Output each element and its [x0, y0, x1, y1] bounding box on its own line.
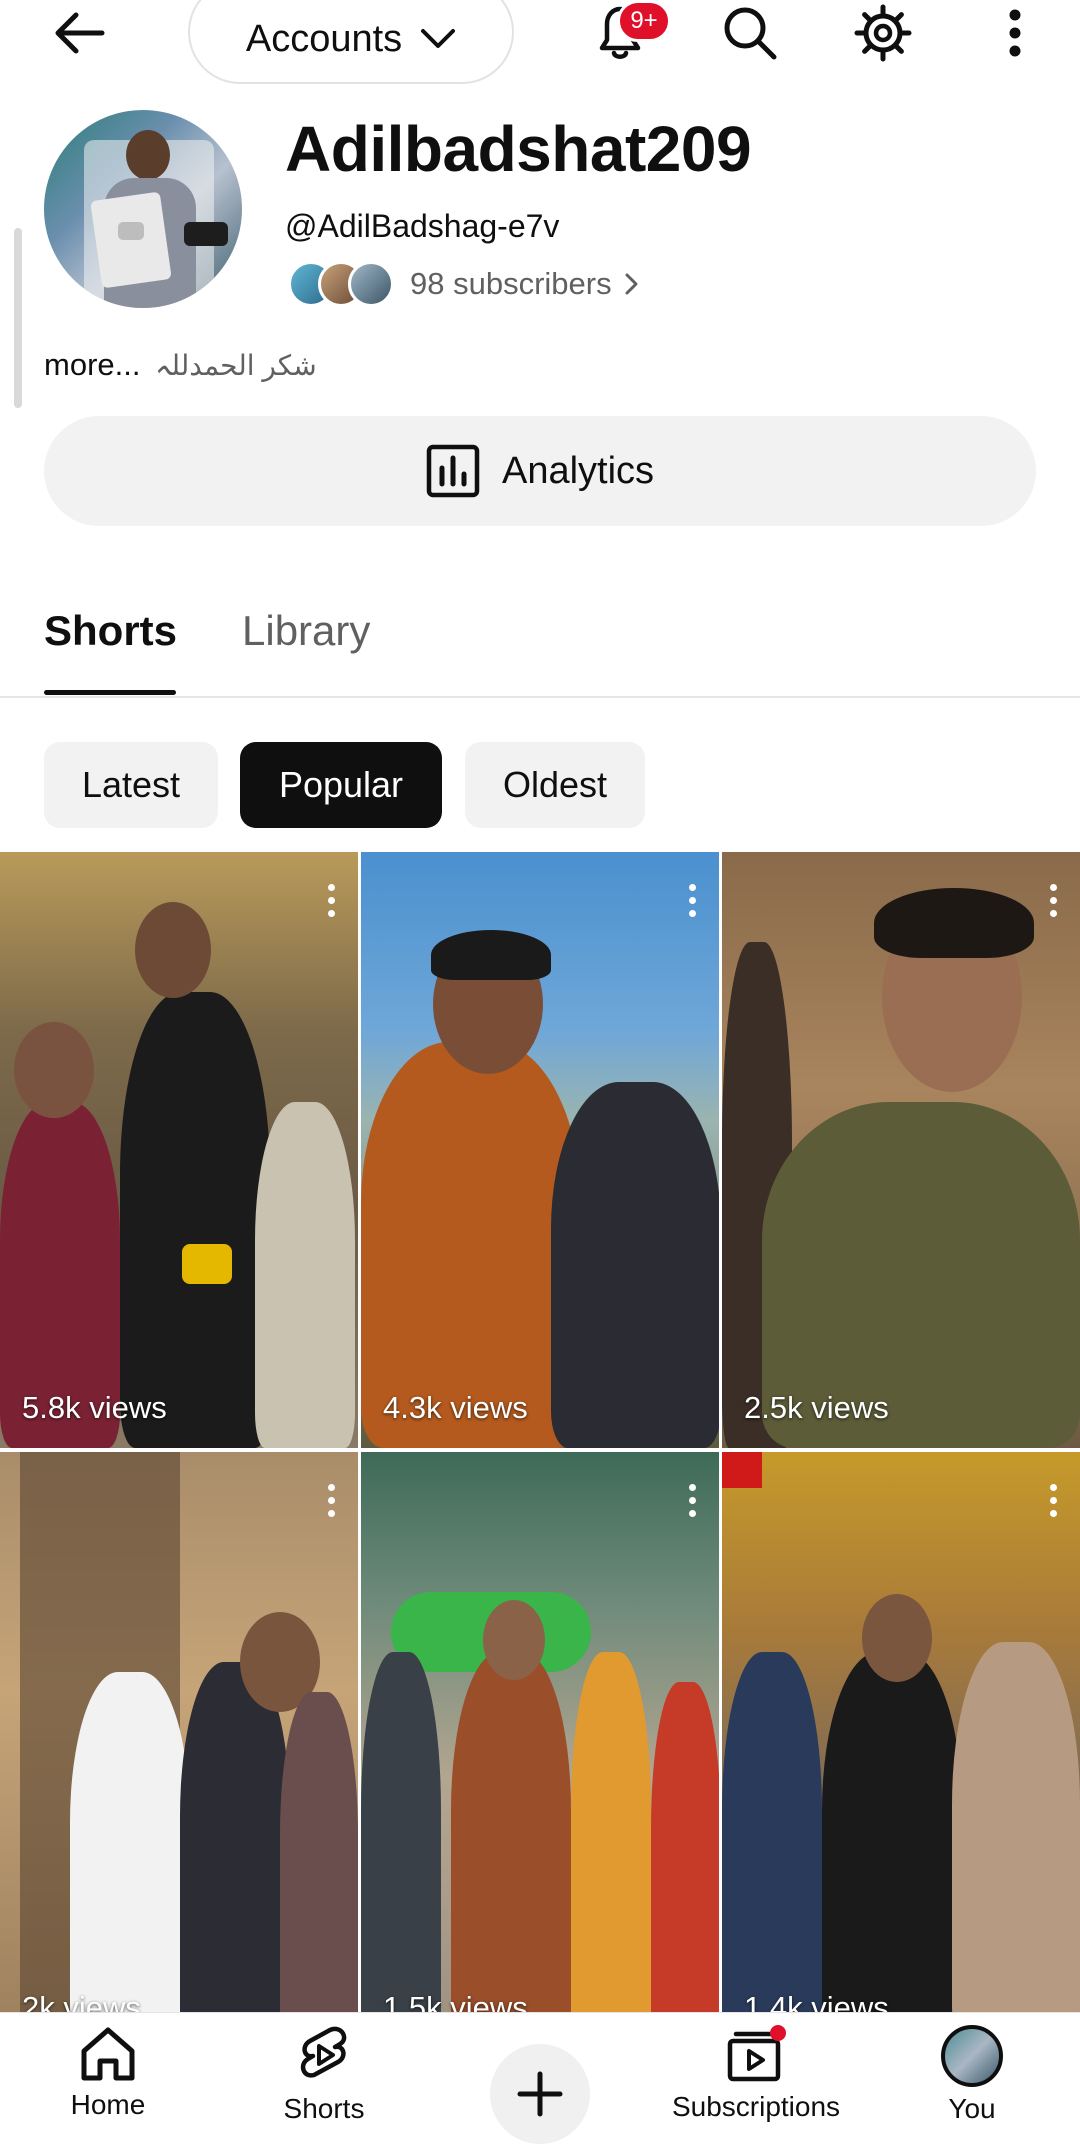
- more-options-button[interactable]: [990, 0, 1040, 66]
- tab-library[interactable]: Library: [242, 607, 370, 655]
- nav-home[interactable]: Home: [8, 2025, 208, 2121]
- chip-popular[interactable]: Popular: [240, 742, 442, 828]
- short-menu-button[interactable]: [328, 1484, 336, 1520]
- short-thumbnail[interactable]: 2.5k views: [722, 852, 1080, 1448]
- shorts-icon: [300, 2026, 347, 2078]
- channel-handle: @AdilBadshag-e7v: [285, 208, 560, 244]
- subscriber-count: 98 subscribers: [410, 266, 612, 301]
- nav-you[interactable]: You: [872, 2025, 1072, 2125]
- gear-icon: [854, 4, 912, 62]
- chip-latest[interactable]: Latest: [44, 742, 218, 828]
- home-icon: [81, 2027, 135, 2081]
- channel-description[interactable]: more... شکر الحمدللہ: [44, 347, 317, 383]
- tab-divider: [0, 696, 1080, 698]
- account-switcher-label: Accounts: [245, 17, 403, 60]
- short-menu-button[interactable]: [689, 1484, 697, 1520]
- description-text: شکر الحمدللہ: [155, 350, 317, 381]
- short-views: 4.3k views: [383, 1390, 528, 1425]
- short-menu-button[interactable]: [328, 884, 336, 920]
- subscriptions-icon: [727, 2025, 786, 2082]
- tab-shorts[interactable]: Shorts: [44, 607, 177, 655]
- short-views: 5.8k views: [22, 1390, 167, 1425]
- chevron-right-icon: [625, 273, 638, 295]
- short-menu-button[interactable]: [1050, 884, 1058, 920]
- short-thumbnail[interactable]: 1.5k views: [361, 1452, 719, 2048]
- more-vertical-icon: [1009, 9, 1021, 57]
- bar-chart-icon: [426, 444, 480, 498]
- subscriber-avatar: [348, 261, 394, 307]
- short-menu-button[interactable]: [689, 884, 697, 920]
- notification-badge: 9+: [617, 0, 671, 42]
- back-button[interactable]: [40, 0, 116, 66]
- short-thumbnail[interactable]: 1.4k views: [722, 1452, 1080, 2048]
- short-thumbnail[interactable]: 4.3k views: [361, 852, 719, 1448]
- scroll-indicator: [14, 228, 22, 408]
- top-app-bar: Accounts 9+: [0, 0, 1080, 84]
- short-menu-button[interactable]: [1050, 1484, 1058, 1520]
- nav-shorts-label: Shorts: [283, 2093, 365, 2124]
- chip-oldest[interactable]: Oldest: [465, 742, 645, 828]
- chevron-down-icon: [421, 29, 456, 48]
- account-switcher[interactable]: Accounts: [188, 0, 514, 84]
- search-button[interactable]: [712, 0, 788, 66]
- active-tab-indicator: [44, 690, 176, 695]
- plus-icon: [517, 2071, 563, 2117]
- search-icon: [724, 7, 777, 60]
- short-thumbnail[interactable]: 5.8k views: [0, 852, 358, 1448]
- avatar: [941, 2025, 1003, 2087]
- channel-avatar[interactable]: [44, 110, 242, 308]
- analytics-button[interactable]: Analytics: [44, 416, 1036, 526]
- nav-home-label: Home: [70, 2089, 146, 2120]
- create-button[interactable]: [490, 2044, 590, 2144]
- nav-subscriptions-label: Subscriptions: [671, 2091, 841, 2122]
- nav-you-label: You: [948, 2093, 996, 2124]
- analytics-label: Analytics: [501, 449, 655, 492]
- nav-shorts[interactable]: Shorts: [224, 2025, 424, 2125]
- settings-button[interactable]: [845, 0, 921, 66]
- subscribers-row[interactable]: 98 subscribers: [288, 258, 642, 310]
- short-thumbnail[interactable]: 2k views: [0, 1452, 358, 2048]
- nav-subscriptions[interactable]: Subscriptions: [656, 2025, 856, 2123]
- arrow-left-icon: [55, 12, 105, 54]
- channel-name: Adilbadshat209: [285, 113, 752, 185]
- short-views: 2.5k views: [744, 1390, 889, 1425]
- description-more-link[interactable]: more...: [44, 347, 140, 382]
